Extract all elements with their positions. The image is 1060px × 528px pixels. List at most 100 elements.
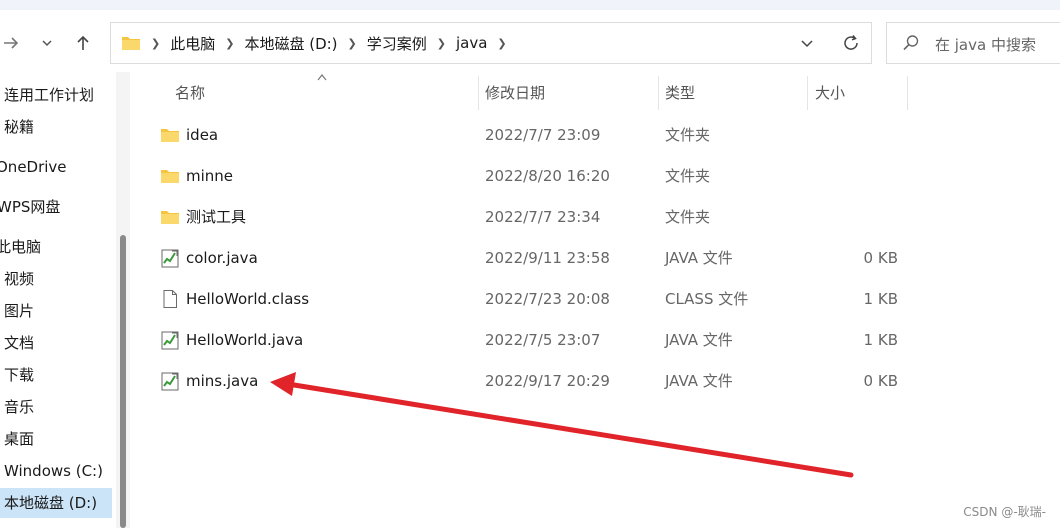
sidebar-item-label: 音乐 (4, 398, 35, 416)
file-row[interactable]: HelloWorld.class 2022/7/23 20:08 CLASS 文… (150, 280, 920, 318)
breadcrumb-item[interactable]: 本地磁盘 (D:) (238, 33, 343, 54)
java-file-icon (161, 372, 179, 391)
file-modified: 2022/7/7 23:34 (485, 208, 601, 226)
sidebar-item-downloads[interactable]: 下载 (4, 360, 116, 390)
file-size: 1 KB (863, 331, 898, 349)
java-file-icon (161, 249, 179, 268)
sidebar-item[interactable]: 连用工作计划 (4, 80, 116, 110)
search-icon (901, 33, 921, 57)
sidebar-item-label: 秘籍 (4, 118, 35, 136)
file-modified: 2022/7/7 23:09 (485, 126, 601, 144)
column-header-type[interactable]: 类型 (665, 76, 695, 110)
sidebar-item-label: 连用工作计划 (4, 86, 95, 104)
sidebar-item-label: WPS网盘 (0, 198, 61, 216)
folder-icon (161, 129, 179, 142)
breadcrumb-item[interactable]: java (450, 34, 493, 52)
file-size: 0 KB (863, 372, 898, 390)
sidebar-item-label: 视频 (4, 270, 35, 288)
file-row[interactable]: 测试工具 2022/7/7 23:34 文件夹 (150, 198, 920, 236)
chevron-right-icon: ❯ (436, 36, 446, 50)
sidebar-item-drive-c[interactable]: Windows (C:) (4, 456, 116, 486)
sidebar-item-drive-d[interactable]: 本地磁盘 (D:) (0, 488, 112, 518)
watermark: CSDN @-耿瑞- (963, 505, 1046, 519)
file-row[interactable]: color.java 2022/9/11 23:58 JAVA 文件 0 KB (150, 239, 920, 277)
column-header-size[interactable]: 大小 (815, 76, 845, 110)
column-divider[interactable] (478, 76, 479, 110)
chevron-right-icon: ❯ (151, 36, 161, 50)
sort-ascending-icon (317, 74, 327, 81)
file-type: JAVA 文件 (665, 249, 733, 267)
folder-icon (161, 170, 179, 183)
sidebar-item-label: 本地磁盘 (D:) (4, 494, 98, 512)
file-row[interactable]: minne 2022/8/20 16:20 文件夹 (150, 157, 920, 195)
sidebar-item-label: Windows (C:) (4, 462, 103, 480)
address-bar[interactable]: ❯ 此电脑 ❯ 本地磁盘 (D:) ❯ 学习案例 ❯ java ❯ (110, 22, 872, 64)
sidebar-item-label: OneDrive (0, 158, 67, 176)
sidebar-item-videos[interactable]: 视频 (4, 264, 116, 294)
search-input[interactable]: 在 java 中搜索 (935, 34, 1036, 55)
file-modified: 2022/8/20 16:20 (485, 167, 610, 185)
recent-locations-button[interactable] (32, 28, 62, 58)
arrow-right-icon (4, 37, 19, 49)
file-type: CLASS 文件 (665, 290, 749, 308)
refresh-button[interactable] (839, 31, 863, 55)
file-row[interactable]: HelloWorld.java 2022/7/5 23:07 JAVA 文件 1… (150, 321, 920, 359)
sidebar-item-label: 桌面 (4, 430, 35, 448)
column-divider[interactable] (658, 76, 659, 110)
sidebar-item-label: 此电脑 (0, 238, 42, 256)
sidebar-item-documents[interactable]: 文档 (4, 328, 116, 358)
sidebar-item-label: 文档 (4, 334, 35, 352)
sidebar-scrollbar-thumb[interactable] (120, 235, 126, 528)
file-size: 1 KB (863, 290, 898, 308)
refresh-icon (844, 35, 858, 50)
chevron-right-icon: ❯ (347, 36, 357, 50)
chevron-right-icon: ❯ (497, 36, 507, 50)
sidebar-item-music[interactable]: 音乐 (4, 392, 116, 422)
column-divider[interactable] (907, 76, 908, 110)
file-name: 测试工具 (186, 208, 247, 226)
file-modified: 2022/7/23 20:08 (485, 290, 610, 308)
title-strip (0, 0, 1060, 10)
file-name: minne (186, 167, 234, 185)
folder-icon (122, 37, 140, 50)
sidebar-item-onedrive[interactable]: OneDrive (0, 152, 108, 182)
breadcrumb: ❯ 此电脑 ❯ 本地磁盘 (D:) ❯ 学习案例 ❯ java ❯ (121, 23, 511, 63)
column-header-modified[interactable]: 修改日期 (485, 76, 545, 110)
chevron-down-icon (801, 40, 813, 48)
file-row[interactable]: mins.java 2022/9/17 20:29 JAVA 文件 0 KB (150, 362, 920, 400)
navigation-pane: 连用工作计划 秘籍 OneDrive WPS网盘 此电脑 视频 图片 文档 下载… (0, 72, 118, 528)
file-row[interactable]: idea 2022/7/7 23:09 文件夹 (150, 116, 920, 154)
file-type: 文件夹 (665, 167, 711, 185)
sidebar-item-label: 图片 (4, 302, 35, 320)
file-name: HelloWorld.java (186, 331, 304, 349)
sidebar-item-pictures[interactable]: 图片 (4, 296, 116, 326)
sidebar-item[interactable]: 秘籍 (4, 112, 116, 142)
java-file-icon (161, 331, 179, 350)
address-history-button[interactable] (795, 31, 819, 55)
file-type: JAVA 文件 (665, 331, 733, 349)
up-button[interactable] (68, 28, 98, 58)
file-name: idea (186, 126, 219, 144)
sidebar-item-wps[interactable]: WPS网盘 (0, 192, 109, 222)
sidebar-item-this-pc[interactable]: 此电脑 (0, 232, 108, 262)
file-type: 文件夹 (665, 208, 711, 226)
file-type: 文件夹 (665, 126, 711, 144)
forward-button[interactable] (0, 28, 26, 58)
folder-icon (161, 211, 179, 224)
search-box[interactable]: 在 java 中搜索 (886, 22, 1060, 64)
sidebar-item-label: 下载 (4, 366, 35, 384)
sidebar-item-desktop[interactable]: 桌面 (4, 424, 116, 454)
file-name: HelloWorld.class (186, 290, 310, 308)
file-modified: 2022/9/17 20:29 (485, 372, 610, 390)
column-divider[interactable] (807, 76, 808, 110)
column-header-name[interactable]: 名称 (175, 76, 205, 110)
breadcrumb-item[interactable]: 学习案例 (361, 33, 433, 54)
file-modified: 2022/7/5 23:07 (485, 331, 601, 349)
file-name: color.java (186, 249, 258, 267)
breadcrumb-item[interactable]: 此电脑 (164, 33, 221, 54)
blank-file-icon (163, 290, 177, 308)
file-name: mins.java (186, 372, 259, 390)
arrow-up-icon (77, 35, 89, 50)
chevron-down-icon (42, 40, 52, 47)
file-size: 0 KB (863, 249, 898, 267)
